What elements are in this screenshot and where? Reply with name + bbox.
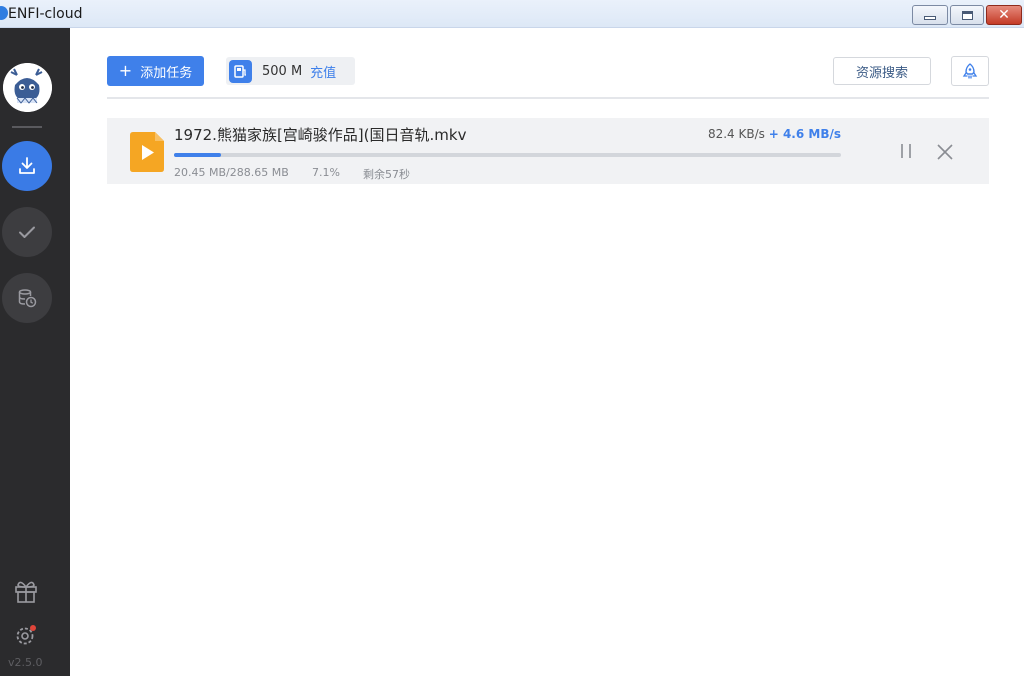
gift-icon [15, 581, 37, 603]
base-speed: 82.4 KB/s [707, 127, 765, 141]
minimize-icon [924, 16, 936, 20]
file-name: 1972.熊猫家族[宫崎骏作品](国日音轨.mkv [174, 126, 467, 144]
pause-icon [901, 144, 911, 158]
sidebar-item-completed[interactable] [2, 207, 52, 257]
sidebar-item-cloud-storage[interactable] [2, 273, 52, 323]
progress-bar [174, 153, 841, 157]
avatar[interactable] [3, 63, 52, 112]
title-bar: ENFI-cloud ✕ [0, 0, 1024, 28]
gift-button[interactable] [12, 577, 40, 609]
settings-button[interactable] [12, 622, 40, 654]
rocket-button[interactable] [951, 56, 989, 86]
quota-badge: 500 M 充值 [226, 57, 355, 85]
sidebar: v2.5.0 [0, 28, 70, 676]
close-icon: ✕ [998, 7, 1010, 23]
toolbar-divider [107, 97, 989, 99]
video-file-icon [130, 132, 164, 176]
percent-complete: 7.1% [312, 166, 340, 179]
recharge-link[interactable]: 充值 [310, 62, 336, 81]
gear-icon [16, 625, 36, 645]
cancel-button[interactable] [936, 143, 954, 161]
time-remaining: 剩余57秒 [363, 168, 410, 181]
database-clock-icon [18, 289, 37, 308]
boost-speed: + 4.6 MB/s [768, 127, 841, 141]
maximize-button[interactable] [950, 5, 984, 25]
rocket-icon [962, 63, 978, 79]
quota-amount: 500 M [262, 63, 303, 79]
pause-button[interactable] [897, 142, 915, 160]
download-icon [19, 157, 35, 174]
add-task-label: 添加任务 [140, 65, 193, 81]
download-task-row[interactable]: 1972.熊猫家族[宫崎骏作品](国日音轨.mkv 82.4 KB/s + 4.… [107, 118, 989, 184]
maximize-icon [961, 10, 973, 20]
download-speed: 82.4 KB/s + 4.6 MB/s [708, 127, 841, 141]
window-title: ENFI-cloud [8, 6, 83, 22]
sidebar-item-downloading[interactable] [2, 141, 52, 191]
progress-fill [174, 153, 222, 157]
resource-search-button[interactable]: 资源搜索 [833, 57, 931, 85]
deer-avatar-icon [3, 63, 52, 112]
app-version: v2.5.0 [8, 656, 43, 669]
fuel-icon [229, 59, 252, 83]
size-progress: 20.45 MB/288.65 MB [174, 166, 289, 179]
sidebar-divider [12, 126, 42, 128]
plus-icon: + [118, 61, 133, 80]
app-icon [0, 6, 8, 20]
add-task-button[interactable]: + 添加任务 [107, 56, 204, 86]
close-window-button[interactable]: ✕ [986, 5, 1022, 25]
minimize-button[interactable] [912, 5, 948, 25]
check-icon [19, 226, 35, 238]
close-icon [937, 144, 953, 160]
